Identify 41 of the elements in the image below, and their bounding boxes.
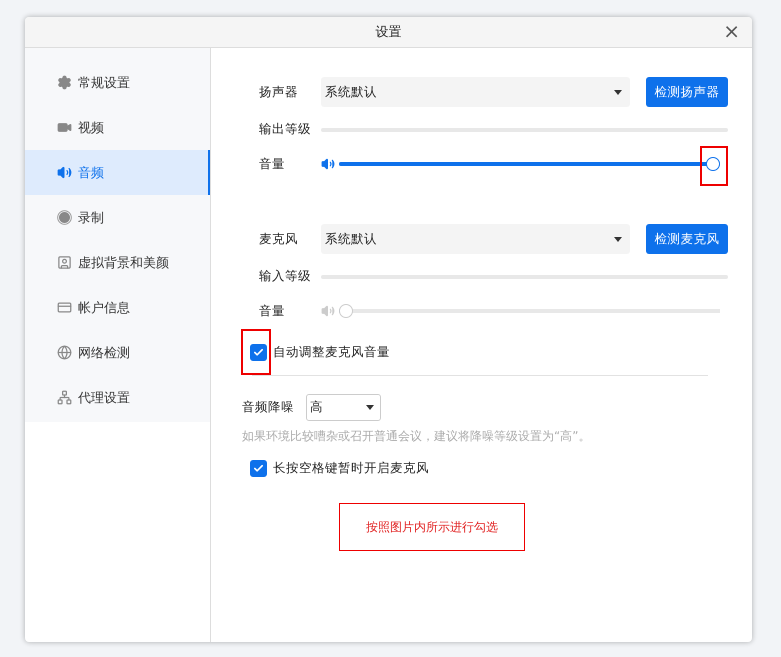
sidebar-item[interactable]: 常规设置 xyxy=(25,60,210,105)
field-label: 音量 xyxy=(259,302,285,320)
record-icon xyxy=(57,210,72,225)
check-icon xyxy=(253,346,264,358)
video-camera-icon xyxy=(57,120,72,135)
field-label: 扬声器 xyxy=(259,84,298,100)
close-button[interactable]: × xyxy=(719,20,744,42)
network-icon xyxy=(57,390,72,405)
field-label: 输出等级 xyxy=(259,121,311,138)
sidebar-item[interactable]: 视频 xyxy=(25,105,210,150)
test-button[interactable]: 检测扬声器 xyxy=(646,77,728,107)
field-label: 音频降噪 xyxy=(242,398,294,416)
device-dropdown[interactable]: 系统默认 xyxy=(321,224,630,254)
caret-icon xyxy=(614,90,622,94)
speaker-icon xyxy=(57,165,72,180)
sidebar-item[interactable]: 代理设置 xyxy=(25,375,210,420)
globe-icon xyxy=(57,345,72,360)
test-button[interactable]: 检测麦克风 xyxy=(646,224,728,254)
annotation-note: 按照图片内所示进行勾选 xyxy=(339,503,525,551)
field-label: 音量 xyxy=(259,156,285,172)
window-title: 设置 xyxy=(376,24,402,41)
noise-dropdown[interactable]: 高 xyxy=(306,394,381,420)
sidebar-item[interactable]: 音频 xyxy=(25,150,210,195)
sidebar-item[interactable]: 帐户信息 xyxy=(25,285,210,330)
caret-icon xyxy=(614,236,622,242)
gear-icon xyxy=(57,75,72,90)
check-icon xyxy=(253,462,264,474)
checkbox-label: 自动调整麦克风音量 xyxy=(273,344,390,360)
user-card-icon xyxy=(57,255,72,270)
field-label: 输入等级 xyxy=(259,268,311,285)
caret-icon xyxy=(366,404,374,410)
checkbox[interactable] xyxy=(250,344,267,360)
device-dropdown[interactable]: 系统默认 xyxy=(321,77,630,107)
hint-text: 如果环境比较嘈杂或召开普通会议，建议将降噪等级设置为“高”。 xyxy=(242,428,592,445)
checkbox[interactable] xyxy=(250,460,267,476)
card-icon xyxy=(57,300,72,315)
checkbox-label: 长按空格键暂时开启麦克风 xyxy=(273,460,429,476)
field-label: 麦克风 xyxy=(259,230,298,248)
sidebar-item[interactable]: 虚拟背景和美颜 xyxy=(25,240,210,285)
sidebar-item[interactable]: 网络检测 xyxy=(25,330,210,375)
sidebar-item[interactable]: 录制 xyxy=(25,195,210,240)
